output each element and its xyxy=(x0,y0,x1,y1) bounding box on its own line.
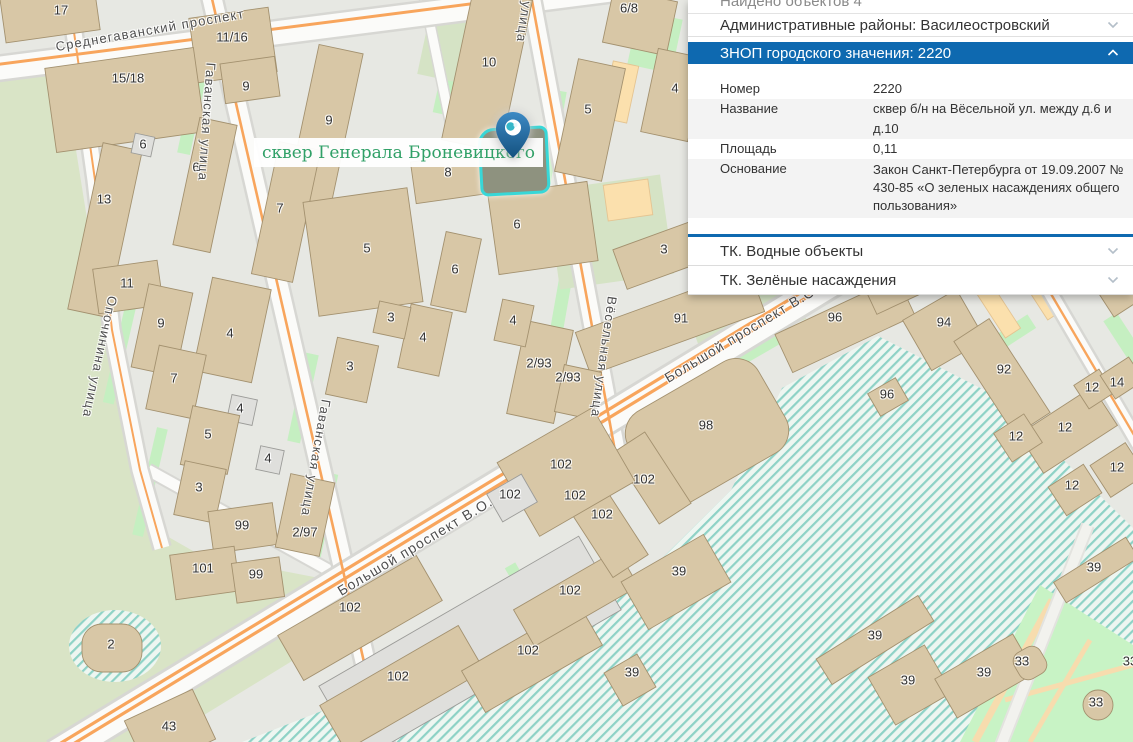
detail-row: Площадь0,11 xyxy=(688,139,1133,159)
chevron-up-icon xyxy=(1107,49,1119,57)
detail-row: Номер2220 xyxy=(688,79,1133,99)
chevron-down-icon xyxy=(1107,247,1119,255)
other-layer-sections: ТК. Водные объекты ТК. Зелёные насаждения xyxy=(688,237,1133,295)
detail-label: Основание xyxy=(720,159,873,218)
detail-value: сквер б/н на Вёсельной ул. между д.6 и д… xyxy=(873,99,1133,139)
map-pin-icon[interactable] xyxy=(496,112,530,158)
section-znop[interactable]: ЗНОП городского значения: 2220 xyxy=(688,42,1133,64)
selected-object-label-text: сквер Генерала Броневицкого xyxy=(262,143,535,163)
detail-label: Площадь xyxy=(720,139,873,159)
detail-value: 0,11 xyxy=(873,139,1133,159)
chevron-down-icon xyxy=(1107,276,1119,284)
results-count: Найдено объектов 4 xyxy=(688,0,1133,14)
detail-row: ОснованиеЗакон Санкт-Петербурга от 19.09… xyxy=(688,159,1133,218)
detail-value: Закон Санкт-Петербурга от 19.09.2007 № 4… xyxy=(873,159,1133,218)
detail-value: 2220 xyxy=(873,79,1133,99)
section-title: ТК. Зелёные насаждения xyxy=(720,272,1107,289)
section-admin-districts[interactable]: Административные районы: Василеостровски… xyxy=(688,14,1133,37)
section-title: ТК. Водные объекты xyxy=(720,243,1107,260)
detail-row: Названиесквер б/н на Вёсельной ул. между… xyxy=(688,99,1133,139)
results-count-text: Найдено объектов 4 xyxy=(720,0,862,10)
chevron-down-icon xyxy=(1107,21,1119,29)
details-table: Номер2220Названиесквер б/н на Вёсельной … xyxy=(688,79,1133,218)
section-admin-districts-title: Административные районы: Василеостровски… xyxy=(720,17,1107,34)
app-window: сквер Генерала Броневицкого 1711/1615/18… xyxy=(0,0,1133,742)
detail-label: Название xyxy=(720,99,873,139)
section-collapsed[interactable]: ТК. Зелёные насаждения xyxy=(688,266,1133,295)
info-panel: Найдено объектов 4 Административные райо… xyxy=(688,0,1133,295)
section-znop-title: ЗНОП городского значения: 2220 xyxy=(720,45,1107,62)
section-collapsed[interactable]: ТК. Водные объекты xyxy=(688,237,1133,266)
detail-label: Номер xyxy=(720,79,873,99)
